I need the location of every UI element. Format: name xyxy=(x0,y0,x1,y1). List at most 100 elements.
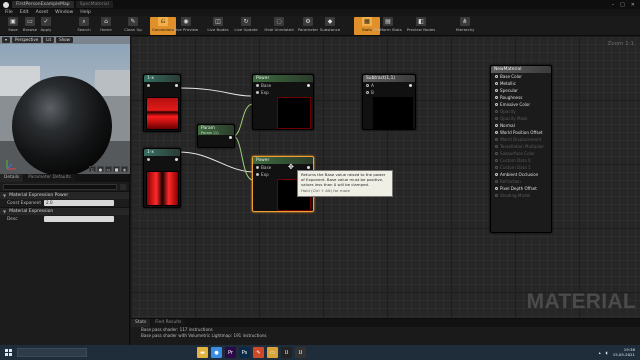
toolbar-button-label: Stats xyxy=(362,27,372,32)
material-pin-pixel-depth-offset[interactable]: Pixel Depth Offset xyxy=(491,185,551,192)
file-explorer-icon[interactable]: ▬ xyxy=(197,347,208,358)
tab-find-results[interactable]: Find Results xyxy=(151,319,186,327)
node-output-pin[interactable] xyxy=(307,84,310,87)
toolbar-button-live-preview[interactable]: ◉ Live Preview xyxy=(174,17,198,35)
photoshop-icon[interactable]: Ps xyxy=(239,347,250,358)
toolbar-button-preview-nodes[interactable]: ◧ Preview Nodes xyxy=(407,17,435,35)
toolbar-button-hide-unrelated[interactable]: ◌ Hide Unrelated xyxy=(264,17,294,35)
toolbar-button-home[interactable]: ⌂ Home xyxy=(96,17,116,35)
material-pin-tessellation-multiplier[interactable]: Tessellation Multiplier xyxy=(491,143,551,150)
one-minus-node[interactable]: 1-x xyxy=(143,74,181,132)
node-tooltip: Returns the Base value raised to the pow… xyxy=(297,170,393,197)
toolbar-button-platform-stats[interactable]: ▤ Platform Stats xyxy=(374,17,402,35)
toolbar-button-connectors[interactable]: ⎌ Connectors xyxy=(150,17,176,35)
node-output-pin[interactable] xyxy=(229,136,232,139)
material-pin-specular[interactable]: Specular xyxy=(491,87,551,94)
mesh-icon[interactable]: ◈ xyxy=(121,166,128,172)
windows-start-icon[interactable] xyxy=(5,349,12,356)
menu-edit[interactable]: Edit xyxy=(20,10,29,15)
material-pin-opacity[interactable]: Opacity xyxy=(491,108,551,115)
taskbar-search-input[interactable] xyxy=(17,348,87,357)
material-pin-custom-data-1[interactable]: Custom Data 1 xyxy=(491,164,551,171)
subtract-node[interactable]: Subtract(1,1) A B xyxy=(362,74,416,130)
material-pin-base-color[interactable]: Base Color xyxy=(491,73,551,80)
details-search-input[interactable] xyxy=(3,183,117,190)
network-icon[interactable]: ▴ xyxy=(599,350,601,355)
material-pin-shading-model[interactable]: Shading Model xyxy=(491,192,551,199)
cube-icon[interactable]: ■ xyxy=(113,166,120,172)
exp-pin[interactable]: Exp xyxy=(253,89,313,96)
tab-details[interactable]: Details xyxy=(0,174,24,182)
pin-socket-icon xyxy=(495,159,498,162)
paint-icon[interactable]: ✎ xyxy=(253,347,264,358)
toolbar-button-clean-up[interactable]: ✎ Clean Up xyxy=(120,17,146,35)
toolbar-button-substance[interactable]: ◆ Substance xyxy=(320,17,340,35)
menu-file[interactable]: File xyxy=(5,10,13,15)
material-pin-refraction[interactable]: Refraction xyxy=(491,178,551,185)
material-pin-world-position-offset[interactable]: World Position Offset xyxy=(491,129,551,136)
chrome-icon[interactable]: ● xyxy=(211,347,222,358)
toolbar-button-search[interactable]: ⌕ Search xyxy=(74,17,94,35)
volume-icon[interactable]: ◖ xyxy=(606,350,608,355)
unreal-editor-icon[interactable]: U xyxy=(295,347,306,358)
base-pin[interactable]: Base xyxy=(253,82,313,89)
desc-input[interactable] xyxy=(44,216,114,222)
unreal-icon[interactable]: U xyxy=(281,347,292,358)
toolbar-button-live-update[interactable]: ↻ Live Update xyxy=(234,17,258,35)
toolbar-button-live-nodes[interactable]: ◫ Live Nodes xyxy=(207,17,229,35)
node-output-pin[interactable] xyxy=(307,166,310,169)
menu-asset[interactable]: Asset xyxy=(36,10,49,15)
menu-window[interactable]: Window xyxy=(55,10,73,15)
const-exponent-input[interactable]: 2.0 xyxy=(44,200,114,206)
section-material-expression-power[interactable]: ▼ Material Expression Power xyxy=(0,191,129,199)
node-preview xyxy=(146,97,179,130)
toolbar-button-parameter[interactable]: ⚙ Parameter xyxy=(298,17,318,35)
sphere-icon[interactable]: ● xyxy=(97,166,104,172)
plane-icon[interactable]: ▭ xyxy=(105,166,112,172)
tab-first-person-map[interactable]: FirstPersonExampleMap xyxy=(12,1,74,8)
material-pin-roughness[interactable]: Roughness xyxy=(491,94,551,101)
close-icon[interactable]: ✕ xyxy=(631,2,635,8)
tab-spec-material[interactable]: SpecMaterial xyxy=(75,1,113,8)
tab-parameter-defaults[interactable]: Parameter Defaults xyxy=(24,174,75,182)
one-minus-node[interactable]: 1-x xyxy=(143,148,181,208)
material-pin-world-displacement[interactable]: World Displacement xyxy=(491,136,551,143)
tab-stats[interactable]: Stats xyxy=(131,319,151,327)
node-output-pin[interactable] xyxy=(175,158,178,161)
toolbar-button-hierarchy[interactable]: ⋔ Hierarchy xyxy=(455,17,475,35)
perspective-button[interactable]: Perspective xyxy=(12,37,42,43)
power-node[interactable]: Power Base Exp xyxy=(252,74,314,130)
material-pin-subsurface-color[interactable]: Subsurface Color xyxy=(491,150,551,157)
material-pin-opacity-mask[interactable]: Opacity Mask xyxy=(491,115,551,122)
material-pin-metallic[interactable]: Metallic xyxy=(491,80,551,87)
clock[interactable]: 19:36 15.05.2021 xyxy=(613,347,635,357)
viewport-menu-button[interactable]: ▾ xyxy=(2,37,11,43)
lit-button[interactable]: Lit xyxy=(43,37,55,43)
view-options-icon[interactable] xyxy=(120,183,126,190)
material-pin-normal[interactable]: Normal xyxy=(491,122,551,129)
preview-viewport[interactable]: ▾ Perspective Lit Show ▯ ● ▭ ■ ◈ xyxy=(0,36,130,174)
folder-icon[interactable]: ▭ xyxy=(267,347,278,358)
show-button[interactable]: Show xyxy=(56,37,73,43)
a-pin[interactable]: A xyxy=(363,82,415,89)
menu-help[interactable]: Help xyxy=(80,10,90,15)
param-node[interactable]: Param Param (1) xyxy=(197,124,235,148)
const-exponent-label: Const Exponent xyxy=(7,200,42,206)
node-output-pin[interactable] xyxy=(409,84,412,87)
toolbar-button-apply[interactable]: ✓ Apply xyxy=(36,17,56,35)
premiere-icon[interactable]: Pr xyxy=(225,347,236,358)
maximize-icon[interactable]: □ xyxy=(620,2,625,8)
material-pin-custom-data-0[interactable]: Custom Data 0 xyxy=(491,157,551,164)
section-material-expression[interactable]: ▼ Material Expression xyxy=(0,207,129,215)
material-graph[interactable]: Zoom 1:1 1-x 1-x Param Param (1) Power B… xyxy=(131,36,640,318)
section-title: Material Expression xyxy=(9,209,54,214)
material-result-node[interactable]: NewMaterial Base Color Metallic Specular Ro… xyxy=(490,65,552,233)
material-pin-emissive-color[interactable]: Emissive Color xyxy=(491,101,551,108)
material-pin-ambient-occlusion[interactable]: Ambient Occlusion xyxy=(491,171,551,178)
node-preview xyxy=(277,97,311,129)
minimize-icon[interactable]: – xyxy=(612,2,615,8)
cylinder-icon[interactable]: ▯ xyxy=(89,166,96,172)
b-pin[interactable]: B xyxy=(363,89,415,96)
node-output-pin[interactable] xyxy=(175,84,178,87)
pin-label: Opacity xyxy=(500,109,516,114)
